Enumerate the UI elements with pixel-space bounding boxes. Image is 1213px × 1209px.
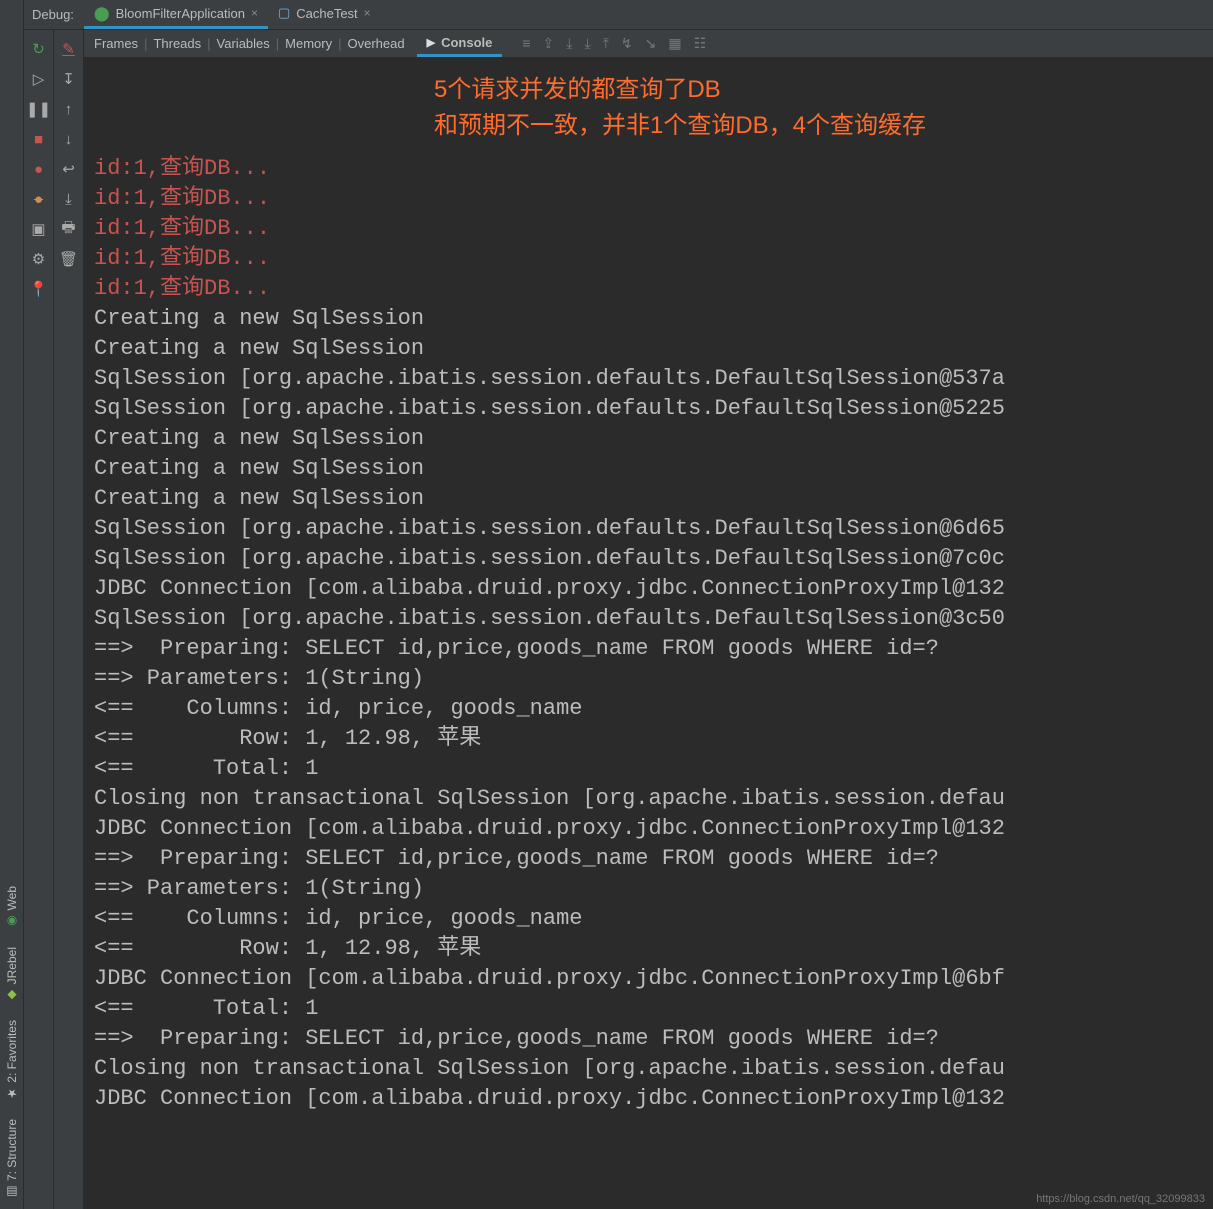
run-tab-bloomfilter[interactable]: ⬤ BloomFilterApplication ×: [84, 0, 268, 29]
filter-icon[interactable]: ≡: [522, 35, 530, 52]
soft-wrap-icon[interactable]: ↩: [58, 158, 80, 180]
evaluate-icon[interactable]: ▦: [668, 35, 681, 52]
crumb-frames[interactable]: Frames: [90, 36, 142, 51]
side-tab-favorites-label: 2: Favorites: [5, 1020, 19, 1083]
console-tab[interactable]: ▶ Console: [417, 30, 503, 57]
bug-icon: ⬤: [94, 5, 110, 22]
debug-action-gutter: ↻ ▷ ❚❚ ■ ● ● ▣ ⚙ 📍: [24, 30, 54, 1209]
camera-icon[interactable]: ▣: [28, 218, 50, 240]
side-tab-favorites[interactable]: ★ 2: Favorites: [5, 1014, 19, 1107]
crumb-threads[interactable]: Threads: [149, 36, 205, 51]
console-line: <== Total: 1: [94, 754, 1213, 784]
resume-icon[interactable]: ▷: [28, 68, 50, 90]
crumb-memory[interactable]: Memory: [281, 36, 336, 51]
side-tab-jrebel-label: JRebel: [5, 947, 19, 984]
console-line-error: id:1,查询DB...: [94, 214, 1213, 244]
console-line: Creating a new SqlSession: [94, 304, 1213, 334]
debug-label: Debug:: [30, 0, 84, 29]
console-line-error: id:1,查询DB...: [94, 244, 1213, 274]
console-line: <== Row: 1, 12.98, 苹果: [94, 724, 1213, 754]
console-line: ==> Parameters: 1(String): [94, 874, 1213, 904]
console-line: ==> Preparing: SELECT id,price,goods_nam…: [94, 844, 1213, 874]
console-line: <== Total: 1: [94, 994, 1213, 1024]
console-line: SqlSession [org.apache.ibatis.session.de…: [94, 364, 1213, 394]
console-line: SqlSession [org.apache.ibatis.session.de…: [94, 514, 1213, 544]
console-line: Closing non transactional SqlSession [or…: [94, 1054, 1213, 1084]
run-tab-title: BloomFilterApplication: [116, 6, 245, 21]
console-line: ==> Preparing: SELECT id,price,goods_nam…: [94, 634, 1213, 664]
print-icon[interactable]: 🖶: [58, 218, 80, 240]
run-tab-cachetest[interactable]: ▢ CacheTest ×: [268, 0, 381, 29]
side-tab-structure[interactable]: ▤ 7: Structure: [5, 1113, 19, 1205]
drop-frame-icon[interactable]: ↯: [621, 35, 633, 52]
console-line: JDBC Connection [com.alibaba.druid.proxy…: [94, 964, 1213, 994]
console-line: <== Columns: id, price, goods_name: [94, 694, 1213, 724]
jrebel-icon: ◆: [5, 988, 19, 1002]
pin-icon[interactable]: 📍: [28, 278, 50, 300]
console-line: ==> Parameters: 1(String): [94, 664, 1213, 694]
force-step-icon[interactable]: ⤓: [584, 35, 590, 52]
side-tab-web[interactable]: ◉ Web: [5, 880, 19, 934]
run-cursor-icon[interactable]: ↘: [645, 35, 657, 52]
pause-icon[interactable]: ❚❚: [28, 98, 50, 120]
side-tab-jrebel[interactable]: ◆ JRebel: [5, 941, 19, 1008]
console-line: JDBC Connection [com.alibaba.druid.proxy…: [94, 814, 1213, 844]
console-line-error: id:1,查询DB...: [94, 154, 1213, 184]
side-tab-web-label: Web: [5, 886, 19, 910]
crumb-overhead[interactable]: Overhead: [344, 36, 409, 51]
step-out-icon[interactable]: ⤒: [603, 35, 609, 52]
console-line: Creating a new SqlSession: [94, 334, 1213, 364]
run-tab-title: CacheTest: [296, 6, 357, 21]
console-action-gutter: ✎ ↧ ↑ ↓ ↩ ⤓ 🖶 🗑: [54, 30, 84, 1209]
breakpoints-icon[interactable]: ●: [28, 158, 50, 180]
annotation-overlay: 5个请求并发的都查询了DB 和预期不一致，并非1个查询DB，4个查询缓存: [434, 72, 926, 144]
console-line: JDBC Connection [com.alibaba.druid.proxy…: [94, 574, 1213, 604]
console-output[interactable]: 5个请求并发的都查询了DB 和预期不一致，并非1个查询DB，4个查询缓存 id:…: [84, 58, 1213, 1209]
star-icon: ★: [5, 1087, 19, 1101]
console-tool-icons: ≡ ⇪ ⤓ ⤓ ⤒ ↯ ↘ ▦ ☷: [522, 35, 706, 52]
step-over-icon[interactable]: ⇪: [543, 35, 555, 52]
mute-bp-icon[interactable]: ●: [28, 188, 50, 210]
console-line: Creating a new SqlSession: [94, 424, 1213, 454]
console-line: SqlSession [org.apache.ibatis.session.de…: [94, 544, 1213, 574]
play-icon: ▶: [427, 36, 435, 49]
console-line: Creating a new SqlSession: [94, 484, 1213, 514]
down-icon[interactable]: ↓: [58, 128, 80, 150]
rerun-icon[interactable]: ↻: [28, 38, 50, 60]
console-line: <== Row: 1, 12.98, 苹果: [94, 934, 1213, 964]
globe-icon: ◉: [5, 915, 19, 929]
scroll-down-icon[interactable]: ↧: [58, 68, 80, 90]
trash-icon[interactable]: 🗑: [58, 248, 80, 270]
side-tab-structure-label: 7: Structure: [5, 1119, 19, 1181]
watermark: https://blog.csdn.net/qq_32099833: [1036, 1193, 1205, 1205]
crumb-variables[interactable]: Variables: [213, 36, 274, 51]
console-line-error: id:1,查询DB...: [94, 274, 1213, 304]
step-into-icon[interactable]: ⤓: [566, 35, 572, 52]
console-line: <== Columns: id, price, goods_name: [94, 904, 1213, 934]
structure-icon: ▤: [5, 1185, 19, 1199]
console-line: ==> Preparing: SELECT id,price,goods_nam…: [94, 1024, 1213, 1054]
console-line-error: id:1,查询DB...: [94, 184, 1213, 214]
console-line: Closing non transactional SqlSession [or…: [94, 784, 1213, 814]
console-line: JDBC Connection [com.alibaba.druid.proxy…: [94, 1084, 1213, 1114]
console-line: SqlSession [org.apache.ibatis.session.de…: [94, 604, 1213, 634]
console-line: Creating a new SqlSession: [94, 454, 1213, 484]
left-tool-strip: ◉ Web ◆ JRebel ★ 2: Favorites ▤ 7: Struc…: [0, 0, 24, 1209]
test-icon: ▢: [278, 5, 290, 21]
console-line: SqlSession [org.apache.ibatis.session.de…: [94, 394, 1213, 424]
close-icon[interactable]: ×: [364, 6, 371, 20]
debug-sub-tabs: Frames| Threads| Variables| Memory| Over…: [84, 30, 1213, 58]
clear-icon[interactable]: ✎: [58, 38, 80, 60]
debug-tabbar: Debug: ⬤ BloomFilterApplication × ▢ Cach…: [24, 0, 1213, 30]
settings-icon[interactable]: ⚙: [28, 248, 50, 270]
scroll-end-icon[interactable]: ⤓: [58, 188, 80, 210]
up-icon[interactable]: ↑: [58, 98, 80, 120]
more-icon[interactable]: ☷: [694, 35, 707, 52]
stop-icon[interactable]: ■: [28, 128, 50, 150]
close-icon[interactable]: ×: [251, 6, 258, 20]
console-tab-label: Console: [441, 35, 492, 50]
